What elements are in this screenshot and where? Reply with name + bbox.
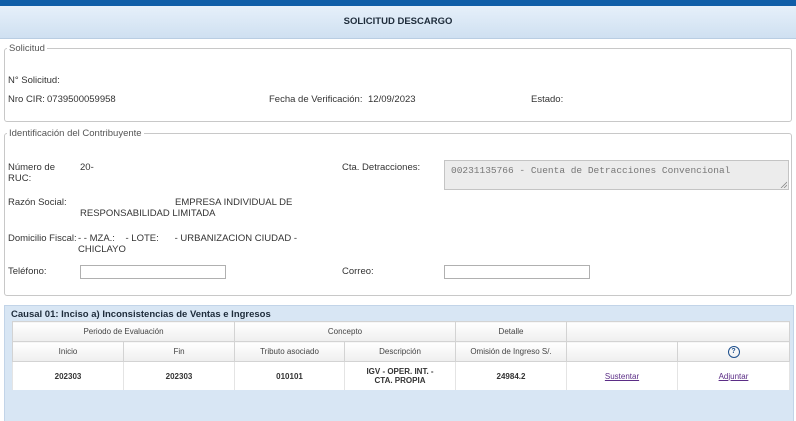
inicio-cell: 202303 (12, 361, 124, 390)
telefono-label: Teléfono: (8, 266, 47, 277)
sustentar-column-header (566, 341, 678, 362)
causal-section: Causal 01: Inciso a) Inconsistencias de … (4, 305, 794, 421)
fin-cell: 202303 (123, 361, 235, 390)
ruc-value: 20- (80, 162, 94, 173)
table-row: 202303 202303 010101 IGV - OPER. INT. - … (12, 361, 790, 390)
page-title: SOLICITUD DESCARGO (0, 6, 796, 39)
nro-cir-value: 0739500059958 (47, 94, 116, 105)
tributo-cell: 010101 (234, 361, 345, 390)
contribuyente-legend: Identificación del Contribuyente (9, 128, 142, 139)
adjuntar-cell: Adjuntar (677, 361, 790, 390)
causal-table: Periodo de Evaluación Concepto Detalle I… (12, 321, 790, 390)
adjuntar-column-header: ? (677, 341, 790, 362)
fecha-verificacion-value: 12/09/2023 (368, 94, 416, 105)
sustentar-link[interactable]: Sustentar (605, 372, 639, 381)
omision-cell: 24984.2 (455, 361, 567, 390)
domicilio-fiscal-label: Domicilio Fiscal: (8, 233, 77, 244)
tributo-column-header: Tributo asociado (234, 341, 345, 362)
estado-label: Estado: (531, 94, 564, 105)
concepto-header: Concepto (234, 321, 456, 342)
correo-label: Correo: (342, 266, 374, 277)
descripcion-column-header: Descripción (344, 341, 456, 362)
razon-social-label: Razón Social: (8, 197, 67, 208)
descripcion-cell: IGV - OPER. INT. - CTA. PROPIA (344, 361, 456, 390)
detalle-header: Detalle (455, 321, 567, 342)
cta-detracciones-label: Cta. Detracciones: (342, 162, 421, 173)
domicilio-fiscal-value: - - MZA.: - LOTE: - URBANIZACION CIUDAD … (78, 233, 300, 255)
help-icon[interactable]: ? (727, 345, 740, 358)
solicitud-section: Solicitud (4, 43, 792, 122)
inicio-column-header: Inicio (12, 341, 124, 362)
resize-grip-icon[interactable] (780, 181, 787, 188)
sustentar-cell: Sustentar (566, 361, 678, 390)
cta-detracciones-value: 00231135766 - Cuenta de Detracciones Con… (451, 165, 731, 176)
nro-solicitud-label: N° Solicitud: (8, 75, 60, 86)
periodo-evaluacion-header: Periodo de Evaluación (12, 321, 235, 342)
ruc-label: Número de RUC: (8, 162, 55, 184)
cta-detracciones-field[interactable]: 00231135766 - Cuenta de Detracciones Con… (444, 160, 789, 190)
razon-social-value: EMPRESA INDIVIDUAL DE RESPONSABILIDAD LI… (80, 197, 293, 219)
fin-column-header: Fin (123, 341, 235, 362)
adjuntar-link[interactable]: Adjuntar (719, 372, 749, 381)
telefono-field[interactable] (80, 265, 226, 279)
causal-title: Causal 01: Inciso a) Inconsistencias de … (11, 309, 271, 320)
actions-group-header (566, 321, 790, 342)
nro-cir-label: Nro CIR: (8, 94, 45, 105)
solicitud-legend: Solicitud (9, 43, 45, 54)
omision-column-header: Omisión de Ingreso S/. (455, 341, 567, 362)
correo-field[interactable] (444, 265, 590, 279)
fecha-verificacion-label: Fecha de Verificación: (269, 94, 363, 105)
